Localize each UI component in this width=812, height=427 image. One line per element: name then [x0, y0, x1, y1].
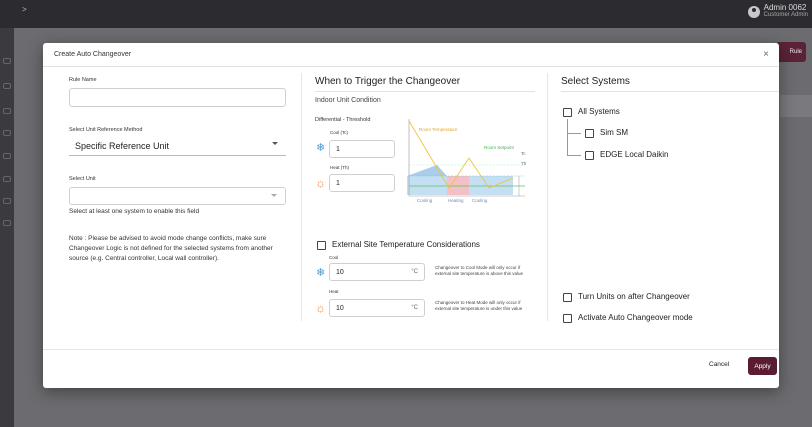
system-checkbox-sim-sm[interactable] [585, 129, 594, 138]
heat-th-label: Heat (Th) [330, 165, 350, 170]
cooling-label-2: Cooling [472, 198, 488, 203]
tree-connector [567, 133, 581, 134]
rule-name-input[interactable] [69, 88, 286, 107]
differential-threshold-label: Differential - Threshold [315, 117, 371, 123]
sidebar-tools-icon[interactable] [3, 220, 11, 226]
user-menu[interactable]: Admin 0062 Customer Admin [747, 3, 808, 19]
ext-cool-description: Changeover to Cool Mode will only occur … [435, 265, 524, 276]
sidebar-units-icon[interactable] [3, 130, 11, 136]
system-checkbox-edge-local-daikin[interactable] [585, 151, 594, 160]
ext-cool-label: Cool [329, 255, 339, 260]
footer-divider [43, 349, 779, 350]
dialog-title: Create Auto Changeover [54, 51, 132, 58]
sidebar-grid-icon[interactable] [3, 108, 11, 114]
select-unit-label: Select Unit [69, 176, 96, 182]
column-divider [301, 73, 302, 321]
sun-icon: ☼ [315, 301, 326, 315]
top-bar: > Admin 0062 Customer Admin [0, 0, 812, 28]
create-auto-changeover-dialog: Create Auto Changeover × Rule Name Selec… [43, 43, 779, 388]
avatar-icon [747, 5, 760, 18]
external-temp-label: External Site Temperature Considerations [332, 240, 480, 249]
heat-th-input[interactable]: 1 [329, 174, 395, 192]
cooling-fill-2 [469, 176, 513, 195]
sidebar-home-icon[interactable] [3, 58, 11, 64]
cool-tc-input[interactable]: 1 [329, 140, 395, 158]
column-divider [547, 73, 548, 321]
reference-method-label: Select Unit Reference Method [69, 127, 143, 133]
th-label: Th [521, 161, 527, 166]
sidebar-settings-icon[interactable] [3, 83, 11, 89]
tc-label: Tc [521, 151, 526, 156]
mode-conflict-note: Note : Please be advised to avoid mode c… [69, 235, 273, 262]
cool-tc-label: Cool (Tc) [330, 130, 349, 135]
indoor-condition-subtitle: Indoor Unit Condition [315, 97, 381, 104]
sun-icon: ☼ [315, 176, 326, 190]
room-setpoint-label: Room Setpoint [484, 145, 514, 150]
trigger-section-title: When to Trigger the Changeover [315, 76, 461, 87]
ext-heat-description: Changeover to Heat Mode will only occur … [435, 300, 523, 311]
rule-name-label: Rule Name [69, 77, 97, 83]
room-temperature-label: Room Temperature [419, 127, 458, 132]
all-systems-label: All Systems [578, 107, 620, 116]
turn-units-on-checkbox[interactable] [563, 293, 572, 302]
user-role: Customer Admin [763, 12, 808, 18]
apply-button[interactable]: Apply [748, 357, 777, 375]
sidebar-schedule-icon[interactable] [3, 198, 11, 204]
header-divider [43, 66, 779, 67]
tree-connector [567, 155, 581, 156]
sidebar-reports-icon[interactable] [3, 176, 11, 182]
section-underline [315, 91, 535, 92]
activate-changeover-label: Activate Auto Changeover mode [578, 313, 693, 322]
external-temp-checkbox[interactable] [317, 241, 326, 250]
turn-units-on-label: Turn Units on after Changeover [578, 292, 690, 301]
all-systems-checkbox[interactable] [563, 108, 572, 117]
cooling-label-1: Cooling [417, 198, 433, 203]
sidebar [0, 28, 14, 427]
expand-caret-icon[interactable]: > [22, 5, 27, 14]
ext-cool-input[interactable]: 10 °C [329, 263, 425, 281]
chevron-down-icon [272, 142, 278, 145]
add-rule-button[interactable]: Rule [776, 42, 806, 62]
cooling-fill-1 [407, 176, 447, 195]
system-label-edge-local-daikin: EDGE Local Daikin [600, 150, 669, 159]
tree-connector [567, 119, 568, 156]
select-unit-select[interactable] [69, 187, 286, 205]
snowflake-icon: ❄ [316, 267, 326, 279]
cancel-button[interactable]: Cancel [709, 361, 729, 368]
snowflake-icon: ❄ [316, 142, 326, 154]
chevron-down-icon [271, 194, 277, 197]
ext-heat-input[interactable]: 10 °C [329, 299, 425, 317]
system-label-sim-sm: Sim SM [600, 128, 628, 137]
sidebar-devices-icon[interactable] [3, 153, 11, 159]
background-row [780, 95, 812, 117]
close-icon[interactable]: × [763, 49, 769, 60]
ext-heat-label: Heat [329, 289, 339, 294]
activate-changeover-checkbox[interactable] [563, 314, 572, 323]
section-underline [561, 91, 779, 92]
user-name: Admin 0062 [763, 3, 807, 12]
validation-message: Select at least one system to enable thi… [69, 208, 200, 215]
heating-label: Heating [448, 198, 464, 203]
select-systems-title: Select Systems [561, 76, 630, 87]
reference-method-select[interactable]: Specific Reference Unit [69, 136, 286, 156]
